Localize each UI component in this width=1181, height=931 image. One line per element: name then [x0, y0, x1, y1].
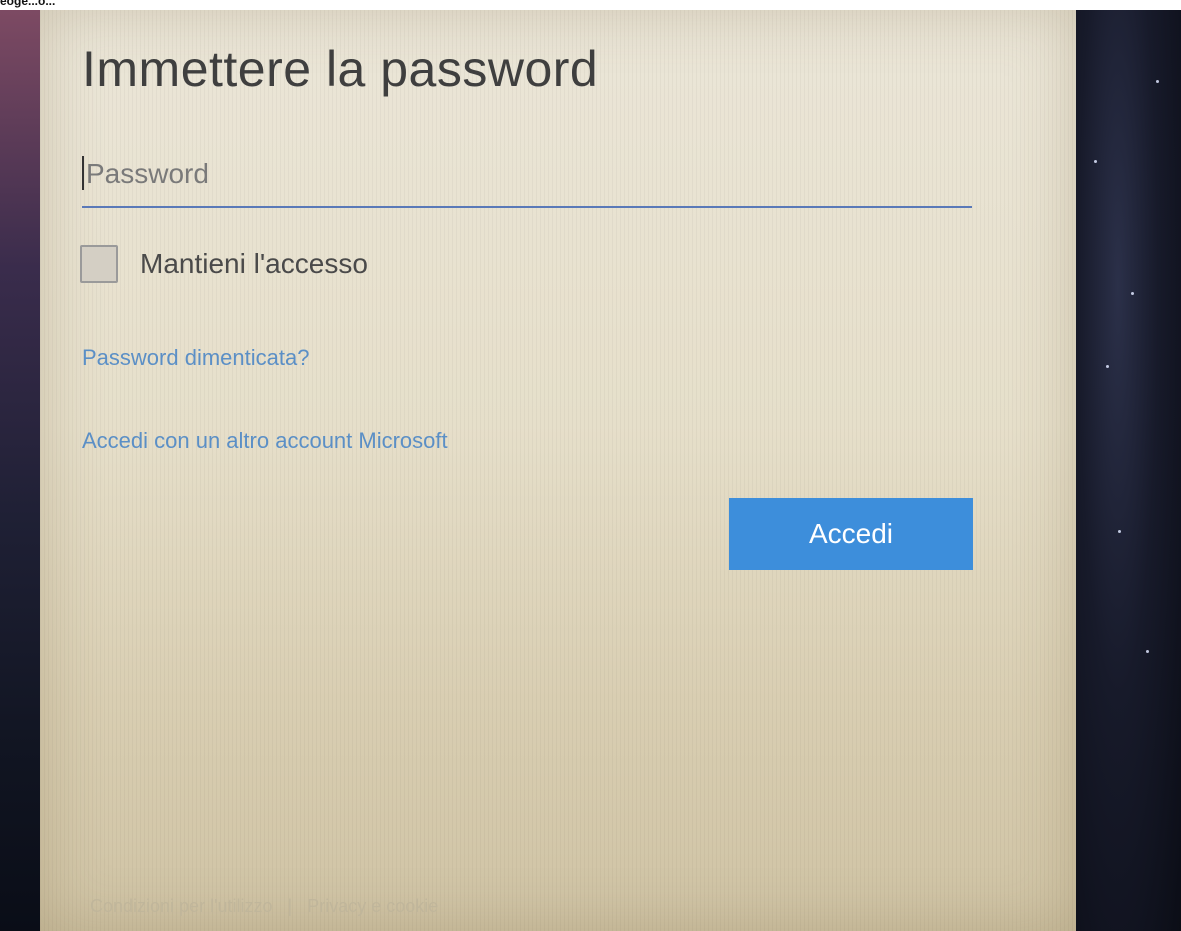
top-strip-label: eoge...o... — [0, 0, 56, 8]
text-cursor — [82, 156, 84, 190]
page-title: Immettere la password — [82, 41, 599, 97]
other-account-link[interactable]: Accedi con un altro account Microsoft — [82, 428, 448, 454]
terms-link[interactable]: Condizioni per l'utilizzo — [90, 896, 273, 916]
screen: eoge...o... Immettere la password Mantie… — [0, 0, 1181, 931]
star-icon — [1156, 80, 1159, 83]
password-field-wrapper — [82, 146, 976, 208]
star-icon — [1118, 530, 1121, 533]
top-strip: eoge...o... — [0, 0, 1181, 10]
remember-me-label: Mantieni l'accesso — [140, 248, 368, 279]
remember-me[interactable]: Mantieni l'accesso — [80, 242, 368, 286]
desktop-background-right — [1076, 10, 1181, 931]
password-input[interactable] — [82, 146, 976, 202]
footer-separator: | — [287, 896, 293, 916]
desktop-background-left — [0, 10, 40, 931]
star-icon — [1094, 160, 1097, 163]
signin-button[interactable]: Accedi — [729, 498, 973, 570]
star-icon — [1146, 650, 1149, 653]
forgot-password-link[interactable]: Password dimenticata? — [82, 345, 309, 371]
star-icon — [1106, 365, 1109, 368]
star-icon — [1131, 292, 1134, 295]
privacy-link[interactable]: Privacy e cookie — [307, 896, 438, 916]
footer: Condizioni per l'utilizzo | Privacy e co… — [90, 896, 438, 917]
checkbox-unchecked-icon[interactable] — [80, 245, 118, 283]
